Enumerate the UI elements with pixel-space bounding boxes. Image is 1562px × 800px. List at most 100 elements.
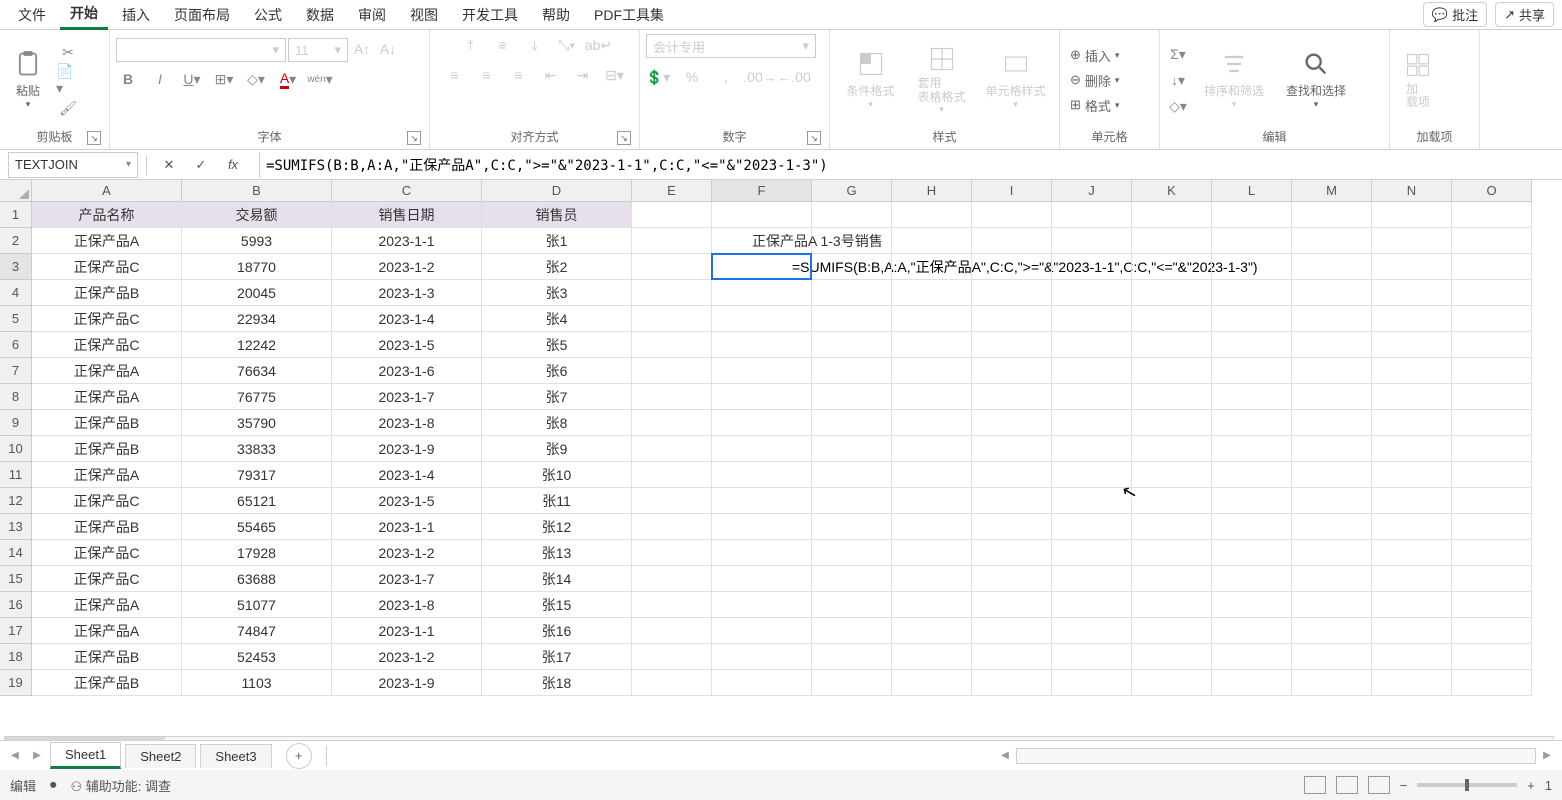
cell-B7[interactable]: 76634: [182, 358, 332, 384]
delete-cells-button[interactable]: ⊖删除▾: [1066, 70, 1123, 91]
cell-O13[interactable]: [1452, 514, 1532, 540]
fill-button[interactable]: ↓▾: [1166, 69, 1190, 91]
cell-K2[interactable]: [1132, 228, 1212, 254]
cell-D2[interactable]: 张1: [482, 228, 632, 254]
cell-G6[interactable]: [812, 332, 892, 358]
cell-G3[interactable]: [812, 254, 892, 280]
cell-N3[interactable]: [1372, 254, 1452, 280]
sheet-tab-3[interactable]: Sheet3: [200, 744, 271, 768]
cell-E2[interactable]: [632, 228, 712, 254]
cell-J6[interactable]: [1052, 332, 1132, 358]
col-header-H[interactable]: H: [892, 180, 972, 202]
menu-view[interactable]: 视图: [400, 1, 448, 29]
cell-O12[interactable]: [1452, 488, 1532, 514]
col-header-K[interactable]: K: [1132, 180, 1212, 202]
clipboard-launcher[interactable]: ↘: [87, 131, 101, 145]
cell-N1[interactable]: [1372, 202, 1452, 228]
cell-M1[interactable]: [1292, 202, 1372, 228]
cell-E6[interactable]: [632, 332, 712, 358]
row-header-1[interactable]: 1: [0, 202, 32, 228]
cell-E11[interactable]: [632, 462, 712, 488]
cell-L18[interactable]: [1212, 644, 1292, 670]
cell-D9[interactable]: 张8: [482, 410, 632, 436]
cell-G14[interactable]: [812, 540, 892, 566]
cell-L1[interactable]: [1212, 202, 1292, 228]
cell-I18[interactable]: [972, 644, 1052, 670]
cell-O18[interactable]: [1452, 644, 1532, 670]
cell-G2[interactable]: [812, 228, 892, 254]
cell-N12[interactable]: [1372, 488, 1452, 514]
cell-A9[interactable]: 正保产品B: [32, 410, 182, 436]
autosum-button[interactable]: Σ▾: [1166, 43, 1190, 65]
cell-E9[interactable]: [632, 410, 712, 436]
cell-I8[interactable]: [972, 384, 1052, 410]
wrap-text-button[interactable]: ab↵: [587, 34, 611, 56]
col-header-I[interactable]: I: [972, 180, 1052, 202]
cell-A4[interactable]: 正保产品B: [32, 280, 182, 306]
cell-C5[interactable]: 2023-1-4: [332, 306, 482, 332]
cell-C15[interactable]: 2023-1-7: [332, 566, 482, 592]
col-header-E[interactable]: E: [632, 180, 712, 202]
cell-I6[interactable]: [972, 332, 1052, 358]
row-header-12[interactable]: 12: [0, 488, 32, 514]
font-color-button[interactable]: A▾: [276, 68, 300, 90]
cell-C2[interactable]: 2023-1-1: [332, 228, 482, 254]
macro-record-icon[interactable]: ⏺: [50, 777, 57, 793]
annotate-button[interactable]: 💬 批注: [1423, 2, 1487, 27]
col-header-F[interactable]: F: [712, 180, 812, 202]
format-cells-button[interactable]: ⊞格式▾: [1066, 95, 1123, 116]
conditional-format-button[interactable]: 条件格式▾: [836, 45, 905, 115]
cell-M2[interactable]: [1292, 228, 1372, 254]
cell-B19[interactable]: 1103: [182, 670, 332, 696]
cell-M8[interactable]: [1292, 384, 1372, 410]
cell-C16[interactable]: 2023-1-8: [332, 592, 482, 618]
cell-G9[interactable]: [812, 410, 892, 436]
cell-A14[interactable]: 正保产品C: [32, 540, 182, 566]
add-sheet-button[interactable]: +: [286, 743, 312, 769]
cell-G11[interactable]: [812, 462, 892, 488]
cell-M9[interactable]: [1292, 410, 1372, 436]
cell-D14[interactable]: 张13: [482, 540, 632, 566]
paste-button[interactable]: 粘贴 ▾: [6, 45, 50, 115]
cell-L17[interactable]: [1212, 618, 1292, 644]
cell-H15[interactable]: [892, 566, 972, 592]
cell-E17[interactable]: [632, 618, 712, 644]
cell-M5[interactable]: [1292, 306, 1372, 332]
cell-C19[interactable]: 2023-1-9: [332, 670, 482, 696]
cell-H17[interactable]: [892, 618, 972, 644]
cell-K8[interactable]: [1132, 384, 1212, 410]
cell-D1[interactable]: 销售员: [482, 202, 632, 228]
cell-L4[interactable]: [1212, 280, 1292, 306]
increase-decimal-button[interactable]: .00→: [748, 66, 772, 88]
cell-H11[interactable]: [892, 462, 972, 488]
align-right-button[interactable]: ≡: [507, 64, 531, 86]
cell-B9[interactable]: 35790: [182, 410, 332, 436]
cell-M11[interactable]: [1292, 462, 1372, 488]
sort-filter-button[interactable]: 排序和筛选▾: [1196, 45, 1272, 115]
cell-H4[interactable]: [892, 280, 972, 306]
cell-L13[interactable]: [1212, 514, 1292, 540]
cell-J7[interactable]: [1052, 358, 1132, 384]
cell-B16[interactable]: 51077: [182, 592, 332, 618]
cell-F19[interactable]: [712, 670, 812, 696]
cell-F4[interactable]: [712, 280, 812, 306]
cell-B15[interactable]: 63688: [182, 566, 332, 592]
menu-devtools[interactable]: 开发工具: [452, 1, 528, 29]
cell-I16[interactable]: [972, 592, 1052, 618]
cell-L5[interactable]: [1212, 306, 1292, 332]
row-header-10[interactable]: 10: [0, 436, 32, 462]
cell-O3[interactable]: [1452, 254, 1532, 280]
cell-J8[interactable]: [1052, 384, 1132, 410]
row-header-4[interactable]: 4: [0, 280, 32, 306]
cell-I11[interactable]: [972, 462, 1052, 488]
cell-J4[interactable]: [1052, 280, 1132, 306]
indent-decrease-button[interactable]: ⇤: [539, 64, 563, 86]
font-launcher[interactable]: ↘: [407, 131, 421, 145]
view-pagebreak-button[interactable]: [1368, 776, 1390, 794]
cell-J2[interactable]: [1052, 228, 1132, 254]
cell-C6[interactable]: 2023-1-5: [332, 332, 482, 358]
cell-I15[interactable]: [972, 566, 1052, 592]
cell-N6[interactable]: [1372, 332, 1452, 358]
name-box[interactable]: TEXTJOIN ▾: [8, 152, 138, 178]
cell-H12[interactable]: [892, 488, 972, 514]
